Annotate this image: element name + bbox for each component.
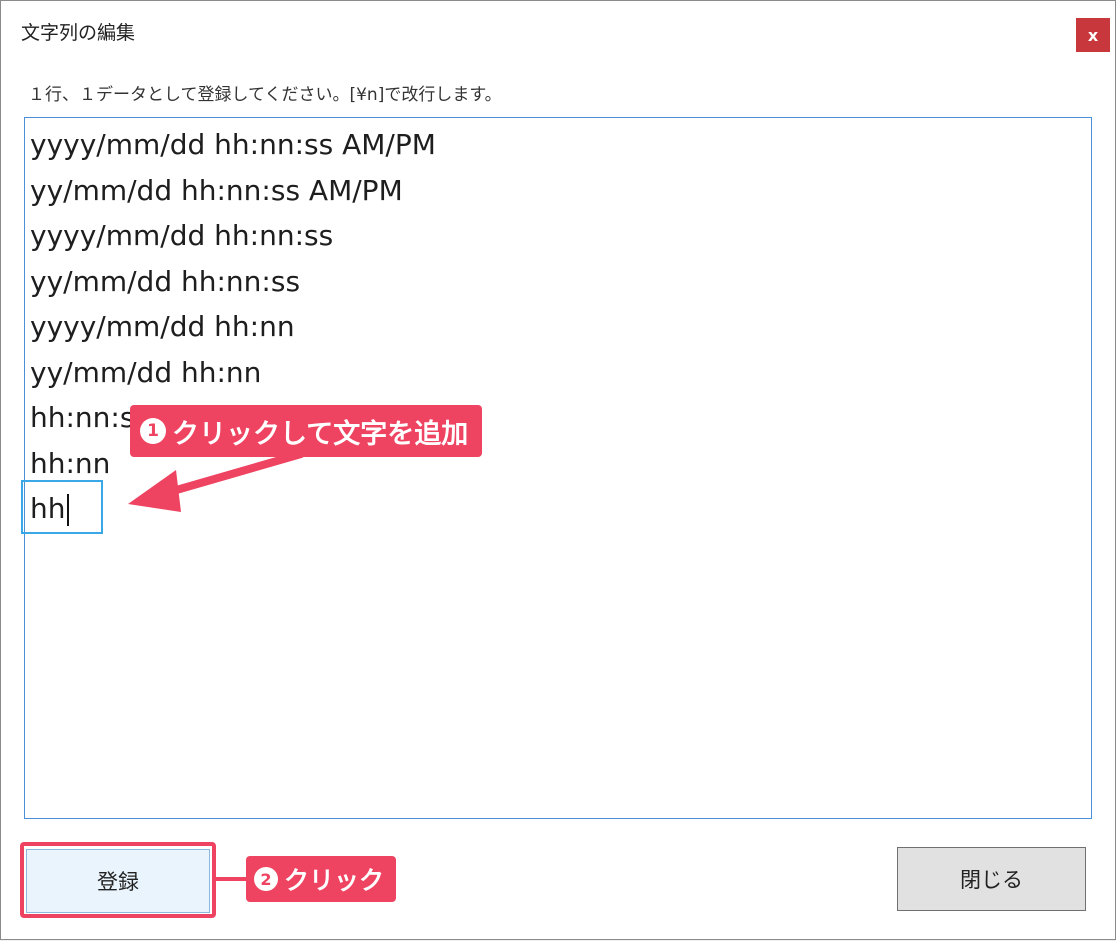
text-line: yyyy/mm/dd hh:nn: [30, 310, 295, 343]
new-line-focus-highlight: [21, 480, 103, 534]
string-list-textarea[interactable]: yyyy/mm/dd hh:nn:ss AM/PM yy/mm/dd hh:nn…: [24, 117, 1092, 819]
text-line: yy/mm/dd hh:nn:ss: [30, 264, 301, 298]
dialog-title: 文字列の編集: [21, 22, 136, 44]
step2-connector: [213, 877, 247, 881]
step1-text: クリックして文字を追加: [172, 418, 469, 450]
text-line: yyyy/mm/dd hh:nn:ss: [30, 219, 334, 252]
text-line: yyyy/mm/dd hh:nn:ss AM/PM: [30, 128, 436, 161]
step2-number-badge: 2: [254, 867, 278, 891]
step2-text: クリック: [284, 866, 385, 895]
step2-callout: 2 クリック: [246, 856, 397, 902]
text-line: yy/mm/dd hh:nn:ss AM/PM: [30, 173, 403, 207]
instruction-text: １行、１データとして登録してください。[¥n]で改行します。: [28, 85, 502, 105]
close-button[interactable]: 閉じる: [897, 847, 1086, 911]
step1-callout: 1 クリックして文字を追加: [130, 405, 483, 457]
text-line: yy/mm/dd hh:nn: [30, 355, 262, 389]
edit-string-dialog: 文字列の編集 x １行、１データとして登録してください。[¥n]で改行します。 …: [0, 0, 1116, 940]
close-icon[interactable]: x: [1076, 18, 1110, 52]
register-button-highlight: [20, 842, 216, 918]
step1-number-badge: 1: [140, 418, 166, 444]
